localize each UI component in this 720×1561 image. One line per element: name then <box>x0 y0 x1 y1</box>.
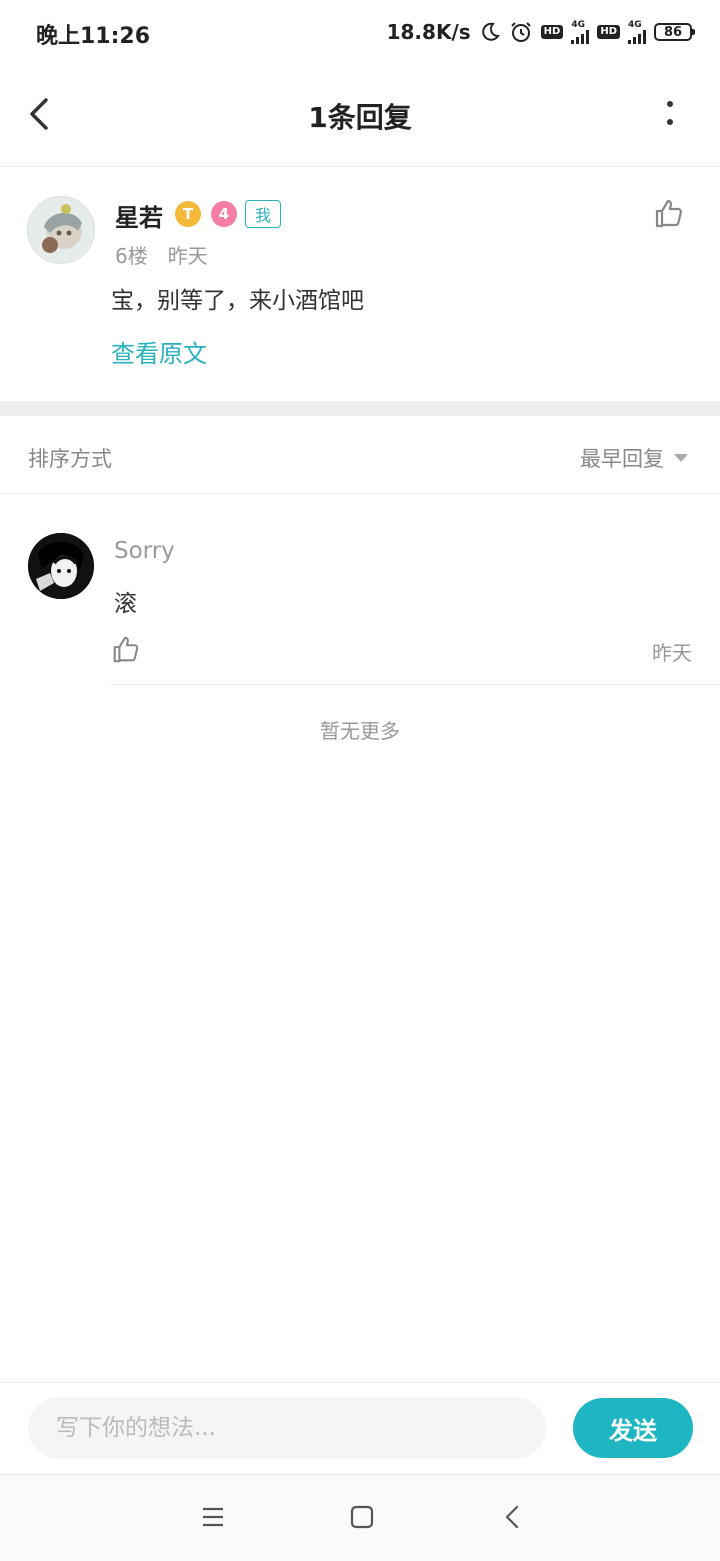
me-tag: 我 <box>245 200 281 228</box>
more-vertical-icon[interactable] <box>652 92 688 136</box>
reply-avatar[interactable] <box>28 533 94 599</box>
reply-time: 昨天 <box>652 641 692 665</box>
avatar-image <box>28 533 94 599</box>
menu-icon[interactable] <box>195 1500 231 1534</box>
avatar[interactable] <box>27 196 95 264</box>
home-icon[interactable] <box>344 1500 380 1534</box>
sort-value: 最早回复 <box>580 447 664 471</box>
top-app-bar: 1条回复 <box>0 64 720 167</box>
thumbs-up-icon[interactable] <box>652 196 686 230</box>
send-button[interactable]: 发送 <box>573 1398 693 1458</box>
divider <box>0 493 720 494</box>
reply-input[interactable] <box>28 1397 546 1459</box>
reply-author-name[interactable]: Sorry <box>114 538 175 564</box>
battery-icon: 86 <box>654 23 695 41</box>
status-bar: 晚上11:26 18.8K/s HD 4G HD 4G 86 <box>0 0 720 64</box>
status-icons: 18.8K/s HD 4G HD 4G 86 <box>386 18 695 46</box>
comment-text: 宝，别等了，来小酒馆吧 <box>111 288 364 314</box>
caret-down-icon <box>674 454 688 462</box>
no-more-text: 暂无更多 <box>320 719 400 743</box>
comment-author-name[interactable]: 星若 <box>115 198 163 233</box>
page-title: 1条回复 <box>308 101 412 134</box>
reply-text: 滚 <box>114 591 137 617</box>
view-original-link[interactable]: 查看原文 <box>111 334 207 369</box>
net-speed: 18.8K/s <box>386 20 471 44</box>
sort-label: 排序方式 <box>28 447 112 471</box>
hd-icon: HD <box>540 25 564 39</box>
comment-time: 昨天 <box>167 244 208 268</box>
thumbs-up-icon[interactable] <box>110 633 142 665</box>
section-divider <box>0 401 720 416</box>
divider <box>110 684 720 685</box>
sort-dropdown[interactable]: 最早回复 <box>580 443 688 473</box>
level-badge-4: 4 <box>211 201 237 227</box>
avatar-image <box>28 197 94 263</box>
comment-meta: 6楼 昨天 <box>115 240 208 269</box>
signal-icon: 4G <box>628 20 646 44</box>
floor-number: 6楼 <box>115 244 148 268</box>
status-time: 晚上11:26 <box>36 24 151 49</box>
hd-icon: HD <box>597 25 620 39</box>
moon-icon <box>481 22 500 41</box>
back-icon[interactable] <box>495 1500 531 1534</box>
alarm-icon <box>510 22 531 42</box>
signal-icon: 4G <box>571 20 590 44</box>
level-badge-t: T <box>175 201 201 227</box>
